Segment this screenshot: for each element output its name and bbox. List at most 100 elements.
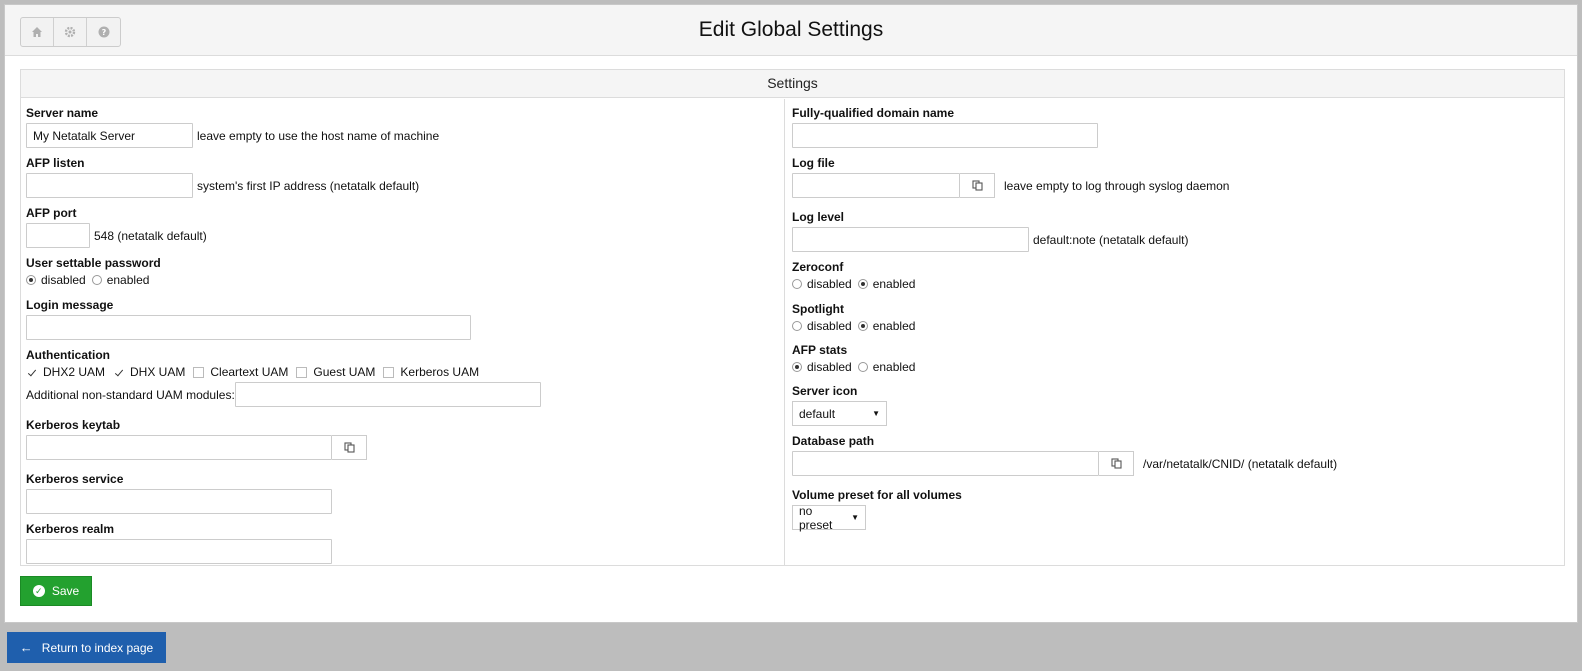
log-level-label: Log level [792,210,845,224]
radio-label: disabled [807,360,852,374]
kerberos-keytab-field: Kerberos keytab [26,418,367,460]
log-file-browse-button[interactable] [960,173,995,198]
user-password-label: User settable password [26,256,161,270]
database-path-input[interactable] [792,451,1099,476]
authentication-label: Authentication [26,348,110,362]
log-level-field: Log level default:note (netatalk default… [792,210,1188,252]
radio-button[interactable] [857,321,868,331]
radio-button[interactable] [792,362,802,372]
checkbox-label: Cleartext UAM [210,365,289,379]
authentication-options: DHX2 UAM DHX UAM Cleartext UAM Guest UAM… [26,365,541,379]
user-password-disabled-option[interactable]: disabled [26,273,86,287]
database-path-browse-button[interactable] [1099,451,1134,476]
login-message-input[interactable] [26,315,471,340]
log-file-input[interactable] [792,173,960,198]
server-icon-selected: default [799,406,836,421]
afp-listen-input[interactable] [26,173,193,198]
radio-button[interactable] [857,279,868,289]
main-panel: ? Edit Global Settings Settings Server n… [4,4,1578,623]
afp-stats-field: AFP stats disabled enabled [792,343,921,374]
database-path-label: Database path [792,434,875,448]
radio-button[interactable] [26,275,36,285]
settings-right-column: Fully-qualified domain name Log file lea… [786,99,1564,565]
authentication-field: Authentication DHX2 UAM DHX UAM Cleartex… [26,348,541,407]
checkbox[interactable] [383,366,395,378]
file-chooser-icon [343,442,355,453]
checkbox[interactable] [26,366,37,378]
afp-stats-enabled-option[interactable]: enabled [857,360,915,374]
afp-port-input[interactable] [26,223,90,248]
page-header: ? Edit Global Settings [5,5,1577,56]
spotlight-enabled-option[interactable]: enabled [857,319,915,333]
database-path-field: Database path /var/netatalk/CNID/ (netat… [792,434,1337,476]
checkbox-label: DHX UAM [130,365,186,379]
log-level-input[interactable] [792,227,1029,252]
afp-stats-label: AFP stats [792,343,848,357]
auth-dhx-option[interactable]: DHX UAM [113,365,185,379]
server-name-input[interactable] [26,123,193,148]
volume-preset-select[interactable]: no preset ▼ [792,504,866,532]
fqdn-field: Fully-qualified domain name [792,106,1098,148]
return-to-index-button[interactable]: ← Return to index page [7,632,166,663]
dropdown-arrow-icon: ▼ [851,513,859,522]
auth-dhx2-option[interactable]: DHX2 UAM [26,365,105,379]
additional-uam-label: Additional non-standard UAM modules: [26,387,235,402]
fqdn-input[interactable] [792,123,1098,148]
additional-uam-input[interactable] [234,382,541,407]
spotlight-field: Spotlight disabled enabled [792,302,921,333]
save-button[interactable]: ✓ Save [20,576,92,606]
log-level-hint: default:note (netatalk default) [1033,232,1189,247]
server-icon-field: Server icon default ▼ [792,384,887,426]
kerberos-realm-input[interactable] [26,539,332,564]
kerberos-service-input[interactable] [26,489,332,514]
server-name-hint: leave empty to use the host name of mach… [197,128,440,143]
checkbox[interactable] [296,366,308,378]
kerberos-keytab-input[interactable] [26,435,332,460]
radio-button[interactable] [792,321,802,331]
afp-stats-disabled-option[interactable]: disabled [792,360,852,374]
afp-listen-label: AFP listen [26,156,85,170]
log-file-hint: leave empty to log through syslog daemon [1004,178,1230,193]
file-chooser-icon [1110,458,1122,469]
radio-label: disabled [807,277,852,291]
auth-guest-option[interactable]: Guest UAM [296,365,375,379]
volume-preset-field: Volume preset for all volumes no preset … [792,488,962,532]
zeroconf-label: Zeroconf [792,260,844,274]
auth-cleartext-option[interactable]: Cleartext UAM [193,365,288,379]
zeroconf-disabled-option[interactable]: disabled [792,277,852,291]
fqdn-label: Fully-qualified domain name [792,106,955,120]
checkbox[interactable] [193,366,205,378]
settings-heading: Settings [21,70,1564,98]
volume-preset-label: Volume preset for all volumes [792,488,962,502]
radio-button[interactable] [857,362,868,372]
afp-port-hint: 548 (netatalk default) [94,228,207,243]
user-password-enabled-option[interactable]: enabled [91,273,150,287]
check-circle-icon: ✓ [32,585,45,597]
afp-port-field: AFP port 548 (netatalk default) [26,206,207,248]
login-message-label: Login message [26,298,114,312]
save-button-label: Save [51,584,80,598]
server-name-field: Server name leave empty to use the host … [26,106,439,148]
checkbox[interactable] [113,366,125,378]
server-icon-select[interactable]: default ▼ [792,401,887,426]
server-name-label: Server name [26,106,99,120]
settings-left-column: Server name leave empty to use the host … [21,99,785,565]
kerberos-keytab-label: Kerberos keytab [26,418,121,432]
kerberos-service-label: Kerberos service [26,472,124,486]
dropdown-arrow-icon: ▼ [872,409,880,418]
radio-label: enabled [106,273,150,287]
return-button-label: Return to index page [41,640,154,655]
kerberos-keytab-browse-button[interactable] [332,435,367,460]
checkbox-label: Kerberos UAM [400,365,480,379]
zeroconf-enabled-option[interactable]: enabled [857,277,916,291]
radio-button[interactable] [91,275,102,285]
radio-button[interactable] [792,279,802,289]
spotlight-disabled-option[interactable]: disabled [792,319,852,333]
kerberos-service-field: Kerberos service [26,472,332,514]
database-path-hint: /var/netatalk/CNID/ (netatalk default) [1143,456,1338,471]
server-icon-label: Server icon [792,384,858,398]
auth-kerberos-option[interactable]: Kerberos UAM [383,365,479,379]
radio-label: enabled [872,277,916,291]
log-file-field: Log file leave empty to log through sysl… [792,156,1229,198]
checkbox-label: DHX2 UAM [43,365,106,379]
